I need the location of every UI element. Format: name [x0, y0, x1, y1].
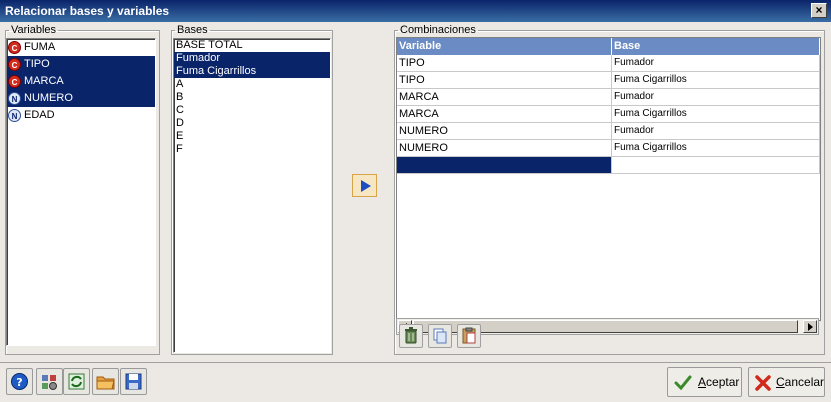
variable-label: FUMA [24, 41, 56, 53]
folder-open-icon [96, 376, 115, 390]
cancel-x-icon [755, 375, 771, 391]
svg-text:?: ? [16, 376, 22, 389]
table-row[interactable]: NUMERO Fumador [397, 123, 820, 140]
combinaciones-legend: Combinaciones [400, 24, 476, 36]
variable-cell[interactable]: NUMERO [397, 123, 612, 139]
column-header-base[interactable]: Base [612, 38, 820, 55]
base-item[interactable]: D [174, 117, 330, 130]
scroll-right-button[interactable] [803, 320, 817, 333]
base-item[interactable]: Fumador [174, 52, 330, 65]
variable-label: TIPO [24, 58, 50, 70]
close-icon: × [815, 3, 823, 17]
trash-icon [405, 327, 417, 344]
copy-icon [433, 328, 447, 344]
base-item[interactable]: E [174, 130, 330, 143]
variable-item[interactable]: C MARCA [7, 73, 155, 90]
accept-button[interactable]: Aceptar [667, 367, 742, 397]
table-row[interactable]: MARCA Fuma Cigarrillos [397, 106, 820, 123]
bases-list[interactable]: BASE TOTAL Fumador Fuma Cigarrillos A B C D E F [173, 38, 331, 353]
new-row-variable-cell[interactable] [397, 157, 612, 173]
help-button[interactable]: ? [6, 368, 33, 395]
categorical-variable-icon: C [8, 58, 21, 71]
delete-button[interactable] [399, 324, 423, 348]
bases-legend: Bases [177, 24, 208, 36]
table-row[interactable]: MARCA Fumador [397, 89, 820, 106]
open-button[interactable] [92, 368, 119, 395]
combinaciones-grid[interactable]: Variable Base TIPO Fumador TIPO Fuma Cigarr… [396, 37, 821, 321]
add-combination-button[interactable] [352, 174, 377, 197]
variable-cell[interactable]: MARCA [397, 89, 612, 105]
base-item[interactable]: Fuma Cigarrillos [174, 65, 330, 78]
categorical-variable-icon: C [8, 75, 21, 88]
help-icon: ? [11, 373, 28, 390]
base-item[interactable]: A [174, 78, 330, 91]
variable-item[interactable]: N NUMERO [7, 90, 155, 107]
numeric-variable-icon: N [8, 92, 21, 105]
variable-item[interactable]: C FUMA [7, 39, 155, 56]
grid-header: Variable Base [397, 38, 820, 55]
play-arrow-icon [361, 180, 371, 192]
table-row[interactable]: NUMERO Fuma Cigarrillos [397, 140, 820, 157]
base-cell[interactable]: Fuma Cigarrillos [612, 140, 820, 156]
check-icon [674, 375, 692, 391]
refresh-icon [68, 373, 85, 390]
copy-button[interactable] [428, 324, 452, 348]
variable-label: NUMERO [24, 92, 73, 104]
variable-cell[interactable]: TIPO [397, 72, 612, 88]
close-button[interactable]: × [811, 3, 827, 18]
column-header-variable[interactable]: Variable [397, 38, 612, 55]
variable-item[interactable]: C TIPO [7, 56, 155, 73]
base-item[interactable]: B [174, 91, 330, 104]
base-cell[interactable]: Fumador [612, 123, 820, 139]
refresh-button[interactable] [63, 368, 90, 395]
categorical-variable-icon: C [8, 41, 21, 54]
base-item[interactable]: BASE TOTAL [174, 39, 330, 52]
new-row-base-cell[interactable] [612, 157, 820, 173]
title-bar: Relacionar bases y variables × [0, 0, 831, 22]
table-row[interactable]: TIPO Fumador [397, 55, 820, 72]
save-icon [125, 373, 142, 390]
save-button[interactable] [120, 368, 147, 395]
window-title: Relacionar bases y variables [5, 4, 170, 18]
paste-button[interactable] [457, 324, 481, 348]
variable-cell[interactable]: MARCA [397, 106, 612, 122]
variable-item[interactable]: N EDAD [7, 107, 155, 124]
new-row[interactable] [397, 157, 820, 174]
cancel-button[interactable]: Cancelar [748, 367, 825, 397]
settings-icon [42, 375, 57, 390]
paste-icon [462, 327, 476, 344]
variable-cell[interactable]: NUMERO [397, 140, 612, 156]
variable-label: EDAD [24, 109, 55, 121]
variable-cell[interactable]: TIPO [397, 55, 612, 71]
variable-label: MARCA [24, 75, 64, 87]
accept-label: Aceptar [698, 375, 740, 389]
base-cell[interactable]: Fumador [612, 55, 820, 71]
base-cell[interactable]: Fumador [612, 89, 820, 105]
variables-legend: Variables [11, 24, 57, 36]
config-button[interactable] [36, 368, 63, 395]
base-cell[interactable]: Fuma Cigarrillos [612, 106, 820, 122]
variables-list[interactable]: C FUMA C TIPO C MARCA N NUMERO N EDAD [6, 38, 156, 346]
base-cell[interactable]: Fuma Cigarrillos [612, 72, 820, 88]
base-item[interactable]: C [174, 104, 330, 117]
numeric-variable-icon: N [8, 109, 21, 122]
bottom-toolbar: ? Aceptar Cancelar [0, 362, 831, 402]
base-item[interactable]: F [174, 143, 330, 156]
dialog-body: Variables C FUMA C TIPO C MARCA N NUMERO N EDAD B… [0, 22, 831, 402]
table-row[interactable]: TIPO Fuma Cigarrillos [397, 72, 820, 89]
cancel-label: Cancelar [776, 375, 825, 389]
